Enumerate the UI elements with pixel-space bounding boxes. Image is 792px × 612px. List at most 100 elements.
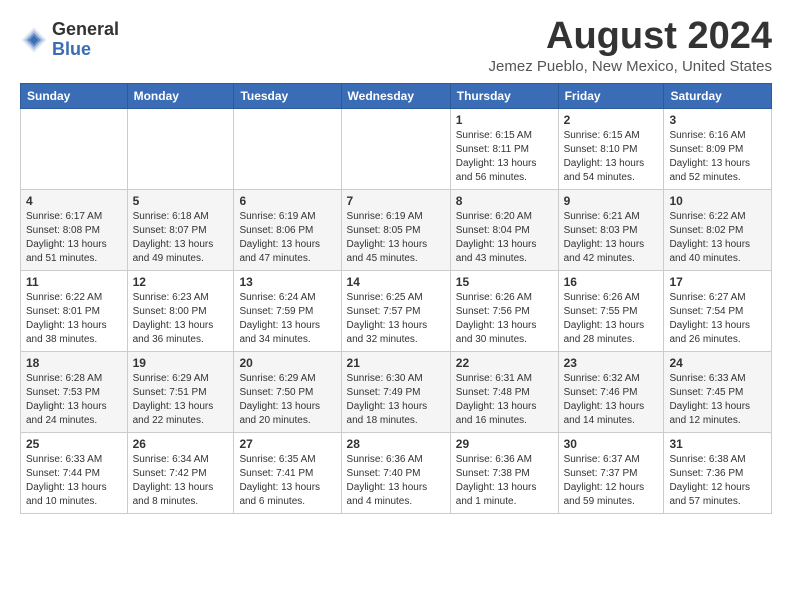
day-info: Sunrise: 6:26 AM Sunset: 7:56 PM Dayligh… xyxy=(456,291,553,347)
calendar-cell: 17 Sunrise: 6:27 AM Sunset: 7:54 PM Dayli… xyxy=(664,270,772,351)
calendar-cell: 22 Sunrise: 6:31 AM Sunset: 7:48 PM Dayli… xyxy=(450,351,558,432)
calendar-cell: 30Sunrise: 6:37 AM Sunset: 7:37 PM Dayli… xyxy=(558,432,664,513)
day-info: Sunrise: 6:27 AM Sunset: 7:54 PM Dayligh… xyxy=(669,291,766,347)
day-info: Sunrise: 6:29 AM Sunset: 7:50 PM Dayligh… xyxy=(239,372,335,428)
title-area: August 2024 Jemez Pueblo, New Mexico, Un… xyxy=(489,16,772,75)
weekday-header-thursday: Thursday xyxy=(450,83,558,108)
day-number: 18 xyxy=(26,356,122,370)
calendar-cell: 5 Sunrise: 6:18 AM Sunset: 8:07 PM Daylig… xyxy=(127,189,234,270)
logo-text: General Blue xyxy=(52,20,119,60)
calendar-cell: 13Sunrise: 6:24 AM Sunset: 7:59 PM Dayli… xyxy=(234,270,341,351)
day-number: 1 xyxy=(456,113,553,127)
day-number: 30 xyxy=(564,437,659,451)
day-info: Sunrise: 6:29 AM Sunset: 7:51 PM Dayligh… xyxy=(133,372,229,428)
logo-general-text: General xyxy=(52,20,119,40)
day-number: 14 xyxy=(347,275,445,289)
calendar-cell xyxy=(127,108,234,189)
calendar-cell: 20 Sunrise: 6:29 AM Sunset: 7:50 PM Dayli… xyxy=(234,351,341,432)
calendar-cell: 3 Sunrise: 6:16 AM Sunset: 8:09 PM Daylig… xyxy=(664,108,772,189)
calendar-cell: 8Sunrise: 6:20 AM Sunset: 8:04 PM Daylig… xyxy=(450,189,558,270)
month-title: August 2024 xyxy=(489,16,772,58)
header-area: General Blue August 2024 Jemez Pueblo, N… xyxy=(20,16,772,75)
day-number: 9 xyxy=(564,194,659,208)
calendar-cell: 15 Sunrise: 6:26 AM Sunset: 7:56 PM Dayli… xyxy=(450,270,558,351)
day-info: Sunrise: 6:22 AM Sunset: 8:02 PM Dayligh… xyxy=(669,210,766,266)
day-number: 12 xyxy=(133,275,229,289)
day-number: 15 xyxy=(456,275,553,289)
day-info: Sunrise: 6:23 AM Sunset: 8:00 PM Dayligh… xyxy=(133,291,229,347)
calendar-cell: 7Sunrise: 6:19 AM Sunset: 8:05 PM Daylig… xyxy=(341,189,450,270)
day-number: 21 xyxy=(347,356,445,370)
day-number: 29 xyxy=(456,437,553,451)
week-row-3: 18 Sunrise: 6:28 AM Sunset: 7:53 PM Dayli… xyxy=(21,351,772,432)
day-info: Sunrise: 6:21 AM Sunset: 8:03 PM Dayligh… xyxy=(564,210,659,266)
day-number: 11 xyxy=(26,275,122,289)
weekday-header-row: SundayMondayTuesdayWednesdayThursdayFrid… xyxy=(21,83,772,108)
calendar-cell xyxy=(234,108,341,189)
day-number: 22 xyxy=(456,356,553,370)
day-info: Sunrise: 6:33 AM Sunset: 7:45 PM Dayligh… xyxy=(669,372,766,428)
calendar-cell: 9 Sunrise: 6:21 AM Sunset: 8:03 PM Daylig… xyxy=(558,189,664,270)
day-number: 16 xyxy=(564,275,659,289)
day-number: 26 xyxy=(133,437,229,451)
day-info: Sunrise: 6:25 AM Sunset: 7:57 PM Dayligh… xyxy=(347,291,445,347)
calendar-cell xyxy=(21,108,128,189)
day-number: 20 xyxy=(239,356,335,370)
day-info: Sunrise: 6:20 AM Sunset: 8:04 PM Dayligh… xyxy=(456,210,553,266)
calendar-cell: 16 Sunrise: 6:26 AM Sunset: 7:55 PM Dayli… xyxy=(558,270,664,351)
day-info: Sunrise: 6:19 AM Sunset: 8:05 PM Dayligh… xyxy=(347,210,445,266)
day-info: Sunrise: 6:31 AM Sunset: 7:48 PM Dayligh… xyxy=(456,372,553,428)
day-info: Sunrise: 6:36 AM Sunset: 7:40 PM Dayligh… xyxy=(347,453,445,509)
calendar-cell: 27Sunrise: 6:35 AM Sunset: 7:41 PM Dayli… xyxy=(234,432,341,513)
weekday-header-sunday: Sunday xyxy=(21,83,128,108)
week-row-4: 25Sunrise: 6:33 AM Sunset: 7:44 PM Dayli… xyxy=(21,432,772,513)
day-info: Sunrise: 6:17 AM Sunset: 8:08 PM Dayligh… xyxy=(26,210,122,266)
day-info: Sunrise: 6:18 AM Sunset: 8:07 PM Dayligh… xyxy=(133,210,229,266)
day-info: Sunrise: 6:32 AM Sunset: 7:46 PM Dayligh… xyxy=(564,372,659,428)
day-number: 6 xyxy=(239,194,335,208)
logo-icon xyxy=(20,26,48,54)
day-info: Sunrise: 6:36 AM Sunset: 7:38 PM Dayligh… xyxy=(456,453,553,509)
calendar-cell: 4Sunrise: 6:17 AM Sunset: 8:08 PM Daylig… xyxy=(21,189,128,270)
calendar-cell: 11 Sunrise: 6:22 AM Sunset: 8:01 PM Dayli… xyxy=(21,270,128,351)
day-number: 3 xyxy=(669,113,766,127)
day-info: Sunrise: 6:16 AM Sunset: 8:09 PM Dayligh… xyxy=(669,129,766,185)
week-row-0: 1 Sunrise: 6:15 AM Sunset: 8:11 PM Daylig… xyxy=(21,108,772,189)
day-number: 13 xyxy=(239,275,335,289)
day-number: 24 xyxy=(669,356,766,370)
day-info: Sunrise: 6:28 AM Sunset: 7:53 PM Dayligh… xyxy=(26,372,122,428)
day-number: 28 xyxy=(347,437,445,451)
day-info: Sunrise: 6:22 AM Sunset: 8:01 PM Dayligh… xyxy=(26,291,122,347)
weekday-header-wednesday: Wednesday xyxy=(341,83,450,108)
calendar-cell: 12 Sunrise: 6:23 AM Sunset: 8:00 PM Dayli… xyxy=(127,270,234,351)
calendar-cell: 31 Sunrise: 6:38 AM Sunset: 7:36 PM Dayli… xyxy=(664,432,772,513)
calendar-cell: 21 Sunrise: 6:30 AM Sunset: 7:49 PM Dayli… xyxy=(341,351,450,432)
calendar-cell: 26Sunrise: 6:34 AM Sunset: 7:42 PM Dayli… xyxy=(127,432,234,513)
day-number: 19 xyxy=(133,356,229,370)
calendar-cell xyxy=(341,108,450,189)
day-number: 23 xyxy=(564,356,659,370)
day-info: Sunrise: 6:15 AM Sunset: 8:11 PM Dayligh… xyxy=(456,129,553,185)
calendar-cell: 19 Sunrise: 6:29 AM Sunset: 7:51 PM Dayli… xyxy=(127,351,234,432)
day-info: Sunrise: 6:30 AM Sunset: 7:49 PM Dayligh… xyxy=(347,372,445,428)
calendar-cell: 28 Sunrise: 6:36 AM Sunset: 7:40 PM Dayli… xyxy=(341,432,450,513)
day-info: Sunrise: 6:38 AM Sunset: 7:36 PM Dayligh… xyxy=(669,453,766,509)
day-number: 31 xyxy=(669,437,766,451)
day-number: 2 xyxy=(564,113,659,127)
weekday-header-saturday: Saturday xyxy=(664,83,772,108)
calendar-cell: 29 Sunrise: 6:36 AM Sunset: 7:38 PM Dayli… xyxy=(450,432,558,513)
day-info: Sunrise: 6:33 AM Sunset: 7:44 PM Dayligh… xyxy=(26,453,122,509)
calendar-cell: 14 Sunrise: 6:25 AM Sunset: 7:57 PM Dayli… xyxy=(341,270,450,351)
day-number: 10 xyxy=(669,194,766,208)
day-info: Sunrise: 6:35 AM Sunset: 7:41 PM Dayligh… xyxy=(239,453,335,509)
week-row-2: 11 Sunrise: 6:22 AM Sunset: 8:01 PM Dayli… xyxy=(21,270,772,351)
calendar-cell: 2Sunrise: 6:15 AM Sunset: 8:10 PM Daylig… xyxy=(558,108,664,189)
day-number: 17 xyxy=(669,275,766,289)
calendar-cell: 6Sunrise: 6:19 AM Sunset: 8:06 PM Daylig… xyxy=(234,189,341,270)
day-info: Sunrise: 6:26 AM Sunset: 7:55 PM Dayligh… xyxy=(564,291,659,347)
calendar-table: SundayMondayTuesdayWednesdayThursdayFrid… xyxy=(20,83,772,514)
day-number: 5 xyxy=(133,194,229,208)
calendar-cell: 10 Sunrise: 6:22 AM Sunset: 8:02 PM Dayli… xyxy=(664,189,772,270)
calendar-cell: 23 Sunrise: 6:32 AM Sunset: 7:46 PM Dayli… xyxy=(558,351,664,432)
calendar-cell: 25Sunrise: 6:33 AM Sunset: 7:44 PM Dayli… xyxy=(21,432,128,513)
